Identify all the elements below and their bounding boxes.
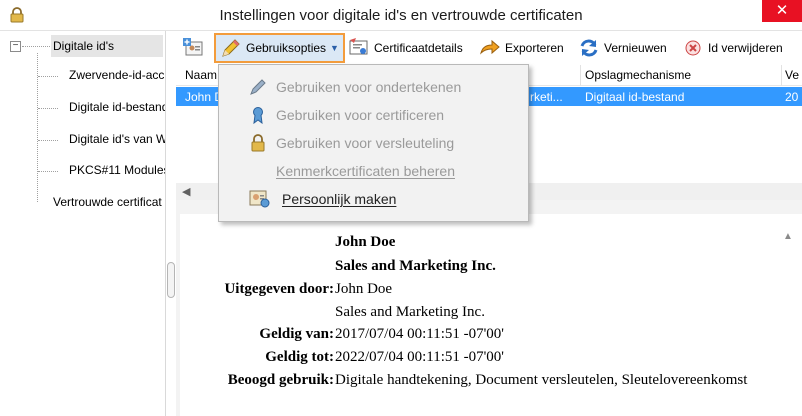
export-arrow-icon — [480, 39, 500, 55]
tree-connector — [38, 140, 58, 141]
add-id-button[interactable] — [182, 34, 208, 62]
menu-item-use-for-certifying[interactable]: Gebruiken voor certificeren — [219, 101, 528, 129]
refresh-icon — [580, 39, 598, 57]
row-issuer: rketi... — [530, 90, 563, 104]
detail-row: Uitgegeven door: John Doe — [180, 281, 776, 303]
menu-item-manage-attribute-certs[interactable]: Kenmerkcertificaten beheren — [219, 157, 528, 185]
tree-item-digital-id-files[interactable]: Digitale id-bestand — [69, 100, 165, 114]
id-tree: − Digitale id's Zwervende-id-acc Digital… — [0, 31, 166, 416]
menu-item-label: Persoonlijk maken — [282, 191, 397, 207]
menu-item-use-for-encryption[interactable]: Gebruiken voor versleuteling — [219, 129, 528, 157]
column-header-name[interactable]: Naam — [185, 68, 217, 82]
column-separator[interactable] — [781, 65, 782, 86]
usage-options-menu: Gebruiken voor ondertekenen Gebruiken vo… — [218, 64, 529, 222]
detail-name: John Doe — [335, 234, 396, 250]
tree-connector — [38, 171, 58, 172]
column-separator[interactable] — [580, 65, 581, 86]
valid-from-value: 2017/07/04 00:11:51 -07'00' — [335, 326, 505, 342]
details-vertical-scrollbar[interactable]: ▲ — [776, 214, 802, 416]
title-bar: Instellingen voor digitale id's en vertr… — [0, 0, 802, 31]
menu-item-personalize[interactable]: Persoonlijk maken — [219, 185, 528, 213]
remove-id-button[interactable]: Id verwijderen — [682, 34, 783, 62]
pen-icon — [250, 79, 266, 95]
tree-connector — [38, 76, 58, 77]
menu-item-label: Gebruiken voor versleuteling — [276, 135, 455, 151]
menu-item-label: Gebruiken voor ondertekenen — [276, 79, 462, 95]
scroll-left-icon[interactable]: ◀ — [182, 185, 190, 198]
certificate-details-label: Certificaatdetails — [374, 41, 463, 55]
detail-organization: Sales and Marketing Inc. — [335, 258, 496, 274]
scroll-up-icon[interactable]: ▲ — [783, 231, 793, 242]
row-storage: Digitaal id-bestand — [585, 90, 685, 104]
issued-by-label: Uitgegeven door: — [224, 281, 334, 297]
remove-id-label: Id verwijderen — [708, 41, 783, 55]
certificate-details-button[interactable]: Certificaatdetails — [348, 34, 463, 62]
tree-item-trusted-certs[interactable]: Vertrouwde certificat — [53, 195, 165, 209]
menu-item-label: Gebruiken voor certificeren — [276, 107, 445, 123]
tree-connector — [38, 108, 58, 109]
close-button[interactable]: ✕ — [762, 0, 802, 22]
refresh-button[interactable]: Vernieuwen — [578, 34, 667, 62]
tree-item-roaming-id[interactable]: Zwervende-id-acc — [69, 68, 165, 82]
tree-item-digital-ids[interactable]: Digitale id's — [51, 35, 163, 57]
export-label: Exporteren — [505, 41, 564, 55]
refresh-label: Vernieuwen — [604, 41, 667, 55]
toolbar: Gebruiksopties ▼ Certificaatdetails Expo… — [176, 31, 802, 65]
certificate-details-panel: John Doe Sales and Marketing Inc. Uitgeg… — [180, 214, 776, 416]
splitter-handle[interactable] — [167, 262, 175, 298]
issued-by-name: John Doe — [335, 281, 393, 297]
tree-item-windows-ids[interactable]: Digitale id's van W — [69, 132, 165, 146]
ribbon-icon — [253, 107, 263, 124]
chevron-down-icon: ▼ — [330, 43, 339, 53]
detail-row: Sales and Marketing Inc. — [180, 258, 776, 280]
usage-options-button[interactable]: Gebruiksopties ▼ — [214, 33, 345, 63]
column-header-version[interactable]: Ve — [785, 68, 799, 82]
detail-row: Geldig tot: 2022/07/04 00:11:51 -07'00' — [180, 349, 776, 371]
remove-icon — [685, 40, 701, 56]
lock-icon — [251, 134, 265, 152]
detail-row: Beoogd gebruik: Digitale handtekening, D… — [180, 372, 776, 394]
intended-use-label: Beoogd gebruik: — [227, 372, 334, 388]
collapse-toggle[interactable]: − — [10, 41, 21, 52]
menu-item-use-for-signing[interactable]: Gebruiken voor ondertekenen — [219, 73, 528, 101]
personalize-icon — [249, 190, 270, 208]
column-header-storage[interactable]: Opslagmechanisme — [585, 68, 691, 82]
export-button[interactable]: Exporteren — [479, 34, 564, 62]
issued-by-organization: Sales and Marketing Inc. — [335, 304, 485, 320]
certificate-icon — [349, 38, 368, 55]
window-title: Instellingen voor digitale id's en vertr… — [219, 7, 583, 24]
detail-row: Sales and Marketing Inc. — [180, 304, 776, 326]
detail-row: John Doe — [180, 234, 776, 256]
detail-row: Geldig van: 2017/07/04 00:11:51 -07'00' — [180, 326, 776, 348]
valid-to-value: 2022/07/04 00:11:51 -07'00' — [335, 349, 505, 365]
menu-item-label: Kenmerkcertificaten beheren — [276, 163, 455, 179]
pencil-icon — [222, 39, 240, 57]
valid-to-label: Geldig tot: — [265, 349, 334, 365]
tree-item-pkcs11[interactable]: PKCS#11 Modules — [69, 163, 165, 177]
add-id-icon — [183, 38, 203, 56]
tree-connector — [22, 46, 50, 47]
usage-options-label: Gebruiksopties — [246, 41, 327, 55]
valid-from-label: Geldig van: — [259, 326, 334, 342]
row-version: 20 — [785, 90, 799, 104]
intended-use-value: Digitale handtekening, Document versleut… — [335, 372, 748, 388]
